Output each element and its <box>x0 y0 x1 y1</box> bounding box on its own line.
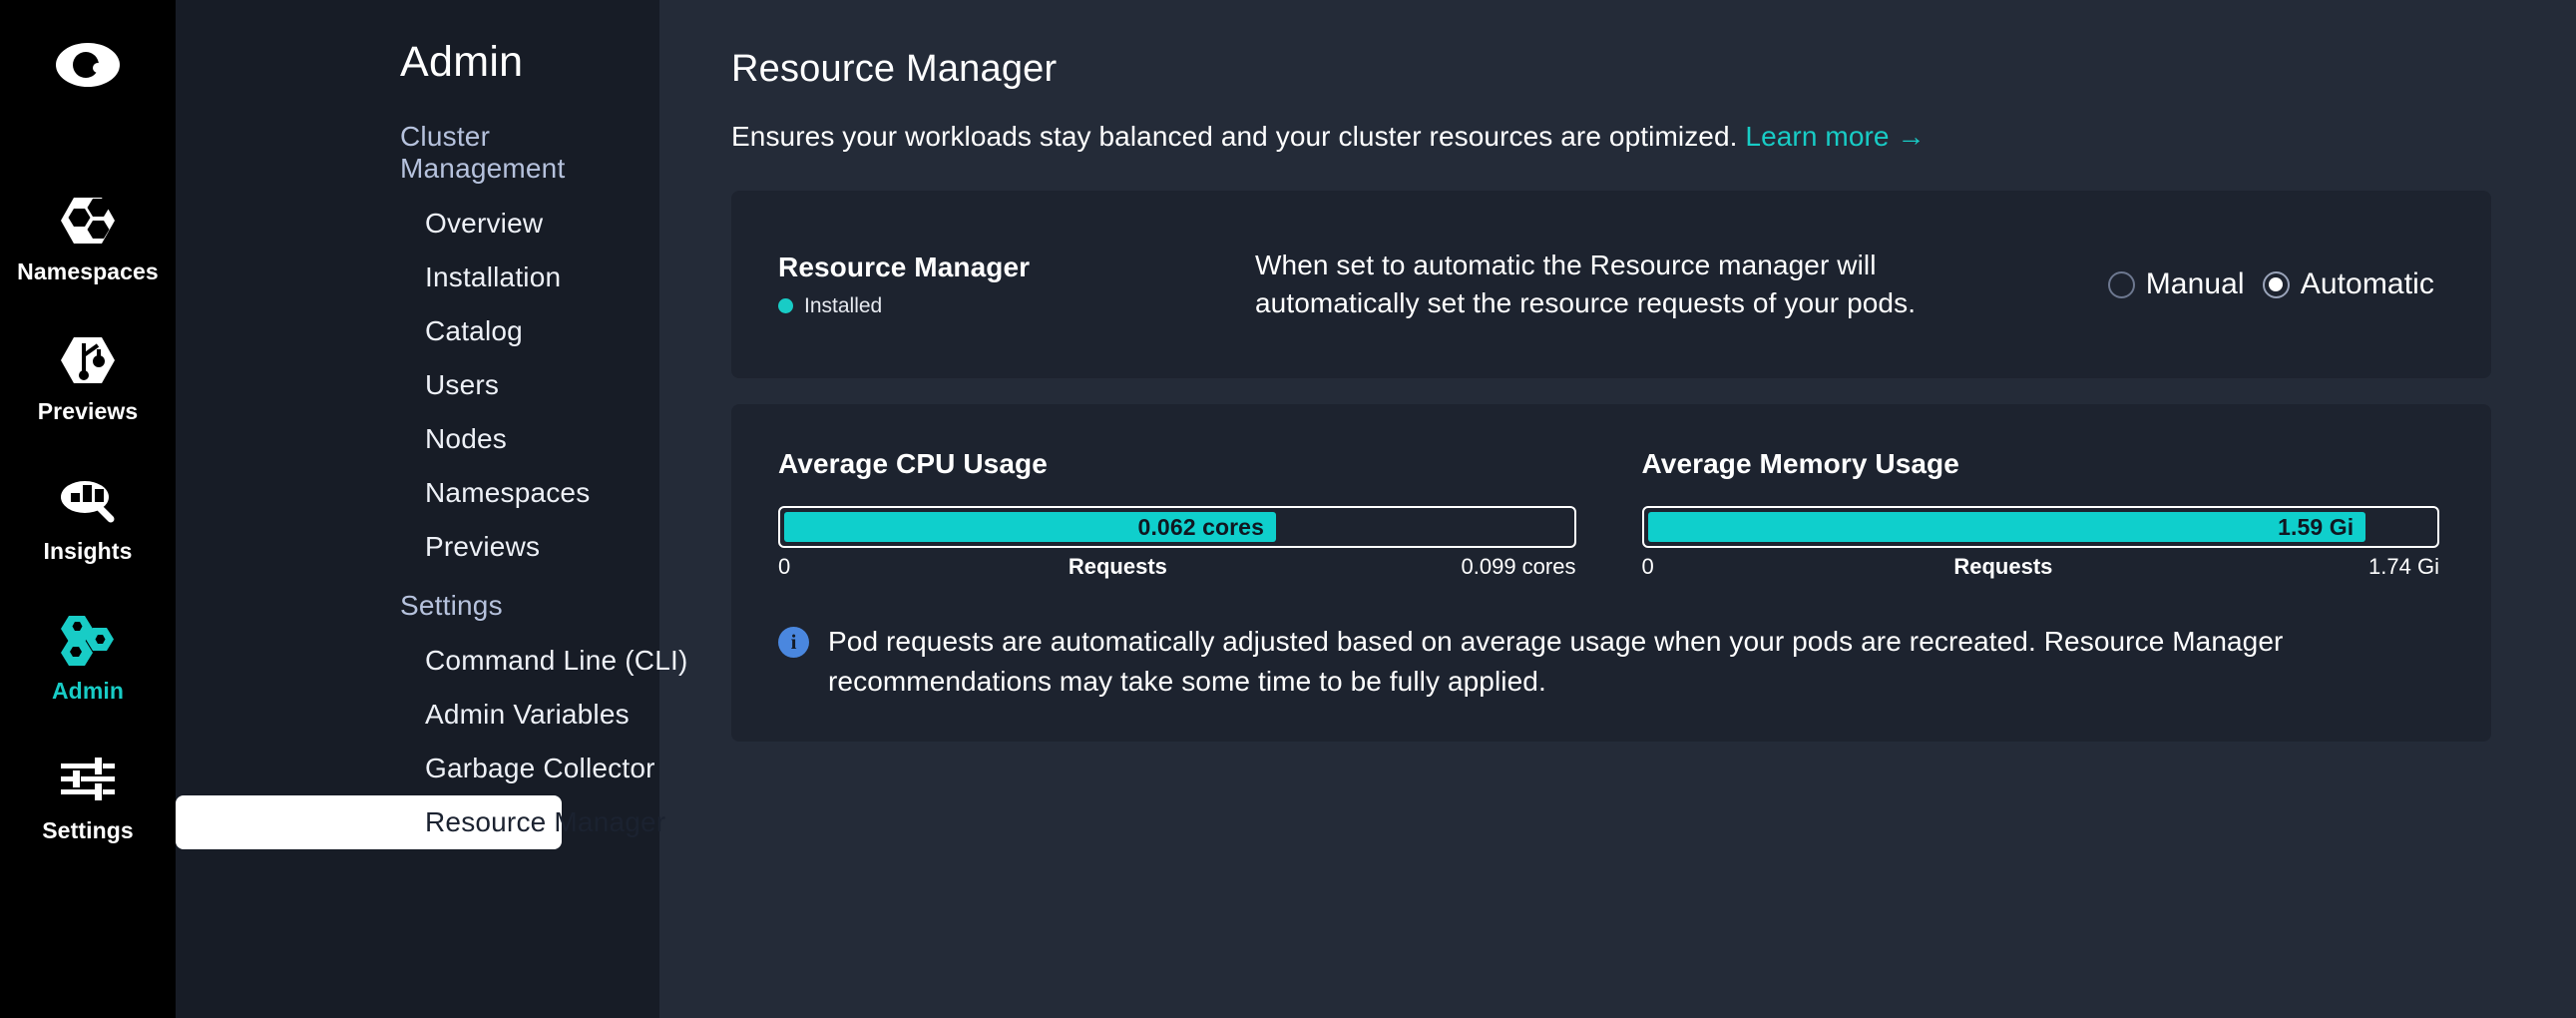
learn-more-link[interactable]: Learn more → <box>1745 121 1925 152</box>
radio-label-manual: Manual <box>2146 267 2245 301</box>
rail-label-settings: Settings <box>42 817 134 844</box>
settings-card-title: Resource Manager <box>778 252 1255 283</box>
page-title: Resource Manager <box>731 48 2491 91</box>
sidebar-item-catalog[interactable]: Catalog <box>176 304 562 358</box>
rail-label-insights: Insights <box>44 538 133 565</box>
cpu-axis-label: Requests <box>1069 554 1167 580</box>
sidebar-item-command-line-cli[interactable]: Command Line (CLI) <box>176 634 562 688</box>
sidebar-item-users[interactable]: Users <box>176 358 562 412</box>
sidebar-item-overview[interactable]: Overview <box>176 197 562 251</box>
sidebar-item-admin-variables[interactable]: Admin Variables <box>176 688 562 742</box>
memory-bar-axis: 0 Requests 1.74 Gi <box>1642 554 2440 580</box>
rail-item-insights[interactable]: Insights <box>0 471 176 565</box>
sliders-icon <box>57 751 119 808</box>
usage-gauges: Average CPU Usage 0.062 cores 0 Requests… <box>778 448 2439 580</box>
radio-label-automatic: Automatic <box>2301 267 2434 301</box>
sidebar-item-installation[interactable]: Installation <box>176 251 562 304</box>
nav-section-settings: Settings <box>176 590 659 622</box>
app-root: Namespaces Previews <box>0 0 2576 1018</box>
cpu-bar-axis: 0 Requests 0.099 cores <box>778 554 1576 580</box>
cpu-bar-fill: 0.062 cores <box>784 512 1276 542</box>
nav-section-cluster-management: Cluster Management <box>176 121 659 185</box>
cpu-bar-track: 0.062 cores <box>778 506 1576 548</box>
branch-hexagon-icon <box>57 331 119 389</box>
page-subtitle-text: Ensures your workloads stay balanced and… <box>731 121 1738 152</box>
sidebar-item-previews[interactable]: Previews <box>176 520 562 574</box>
main-content: Resource Manager Ensures your workloads … <box>659 0 2576 1018</box>
info-note: i Pod requests are automatically adjuste… <box>778 622 2439 702</box>
cpu-axis-min: 0 <box>778 554 790 580</box>
memory-bar-value: 1.59 Gi <box>2278 514 2354 541</box>
memory-axis-label: Requests <box>1953 554 2052 580</box>
status-dot-icon <box>778 298 793 313</box>
mode-radio-group: Manual Automatic <box>2108 267 2434 301</box>
cpu-axis-max: 0.099 cores <box>1462 554 1576 580</box>
secondary-sidebar: Admin Cluster Management Overview Instal… <box>176 0 659 1018</box>
memory-bar-track: 1.59 Gi <box>1642 506 2440 548</box>
rail-item-namespaces[interactable]: Namespaces <box>0 192 176 285</box>
sidebar-item-resource-manager[interactable]: Resource Manager <box>176 795 562 849</box>
radio-option-automatic[interactable]: Automatic <box>2263 267 2434 301</box>
primary-icon-rail: Namespaces Previews <box>0 0 176 1018</box>
rail-label-namespaces: Namespaces <box>17 258 159 285</box>
gauge-title-cpu: Average CPU Usage <box>778 448 1576 480</box>
info-icon: i <box>778 627 809 658</box>
info-note-text: Pod requests are automatically adjusted … <box>828 622 2439 702</box>
gauge-average-cpu-usage: Average CPU Usage 0.062 cores 0 Requests… <box>778 448 1576 580</box>
memory-axis-min: 0 <box>1642 554 1654 580</box>
radio-option-manual[interactable]: Manual <box>2108 267 2245 301</box>
rail-label-admin: Admin <box>52 678 124 705</box>
usage-metrics-card: Average CPU Usage 0.062 cores 0 Requests… <box>731 404 2491 742</box>
rail-item-admin[interactable]: Admin <box>0 611 176 705</box>
radio-dot-automatic <box>2269 277 2283 291</box>
settings-card-identity: Resource Manager Installed <box>778 252 1255 318</box>
rail-label-previews: Previews <box>38 398 139 425</box>
company-logo-icon[interactable] <box>53 30 123 100</box>
gauge-average-memory-usage: Average Memory Usage 1.59 Gi 0 Requests … <box>1642 448 2440 580</box>
resource-manager-settings-card: Resource Manager Installed When set to a… <box>731 191 2491 378</box>
rail-item-settings[interactable]: Settings <box>0 751 176 844</box>
hexagon-cluster-icon <box>57 192 119 250</box>
radio-circle-manual <box>2108 271 2135 298</box>
memory-axis-max: 1.74 Gi <box>2368 554 2439 580</box>
admin-hexagons-icon <box>57 611 119 669</box>
status-label: Installed <box>804 294 882 318</box>
rail-item-previews[interactable]: Previews <box>0 331 176 425</box>
settings-card-description: When set to automatic the Resource manag… <box>1255 247 2043 321</box>
sidebar-title: Admin <box>176 38 659 87</box>
sidebar-item-nodes[interactable]: Nodes <box>176 412 562 466</box>
sidebar-item-namespaces[interactable]: Namespaces <box>176 466 562 520</box>
memory-bar-fill: 1.59 Gi <box>1648 512 2366 542</box>
chart-magnifier-icon <box>57 471 119 529</box>
sidebar-item-garbage-collector[interactable]: Garbage Collector <box>176 742 562 795</box>
gauge-title-memory: Average Memory Usage <box>1642 448 2440 480</box>
cpu-bar-value: 0.062 cores <box>1138 514 1264 541</box>
page-subtitle: Ensures your workloads stay balanced and… <box>731 121 2491 153</box>
radio-circle-automatic <box>2263 271 2290 298</box>
status-badge: Installed <box>778 294 1255 318</box>
